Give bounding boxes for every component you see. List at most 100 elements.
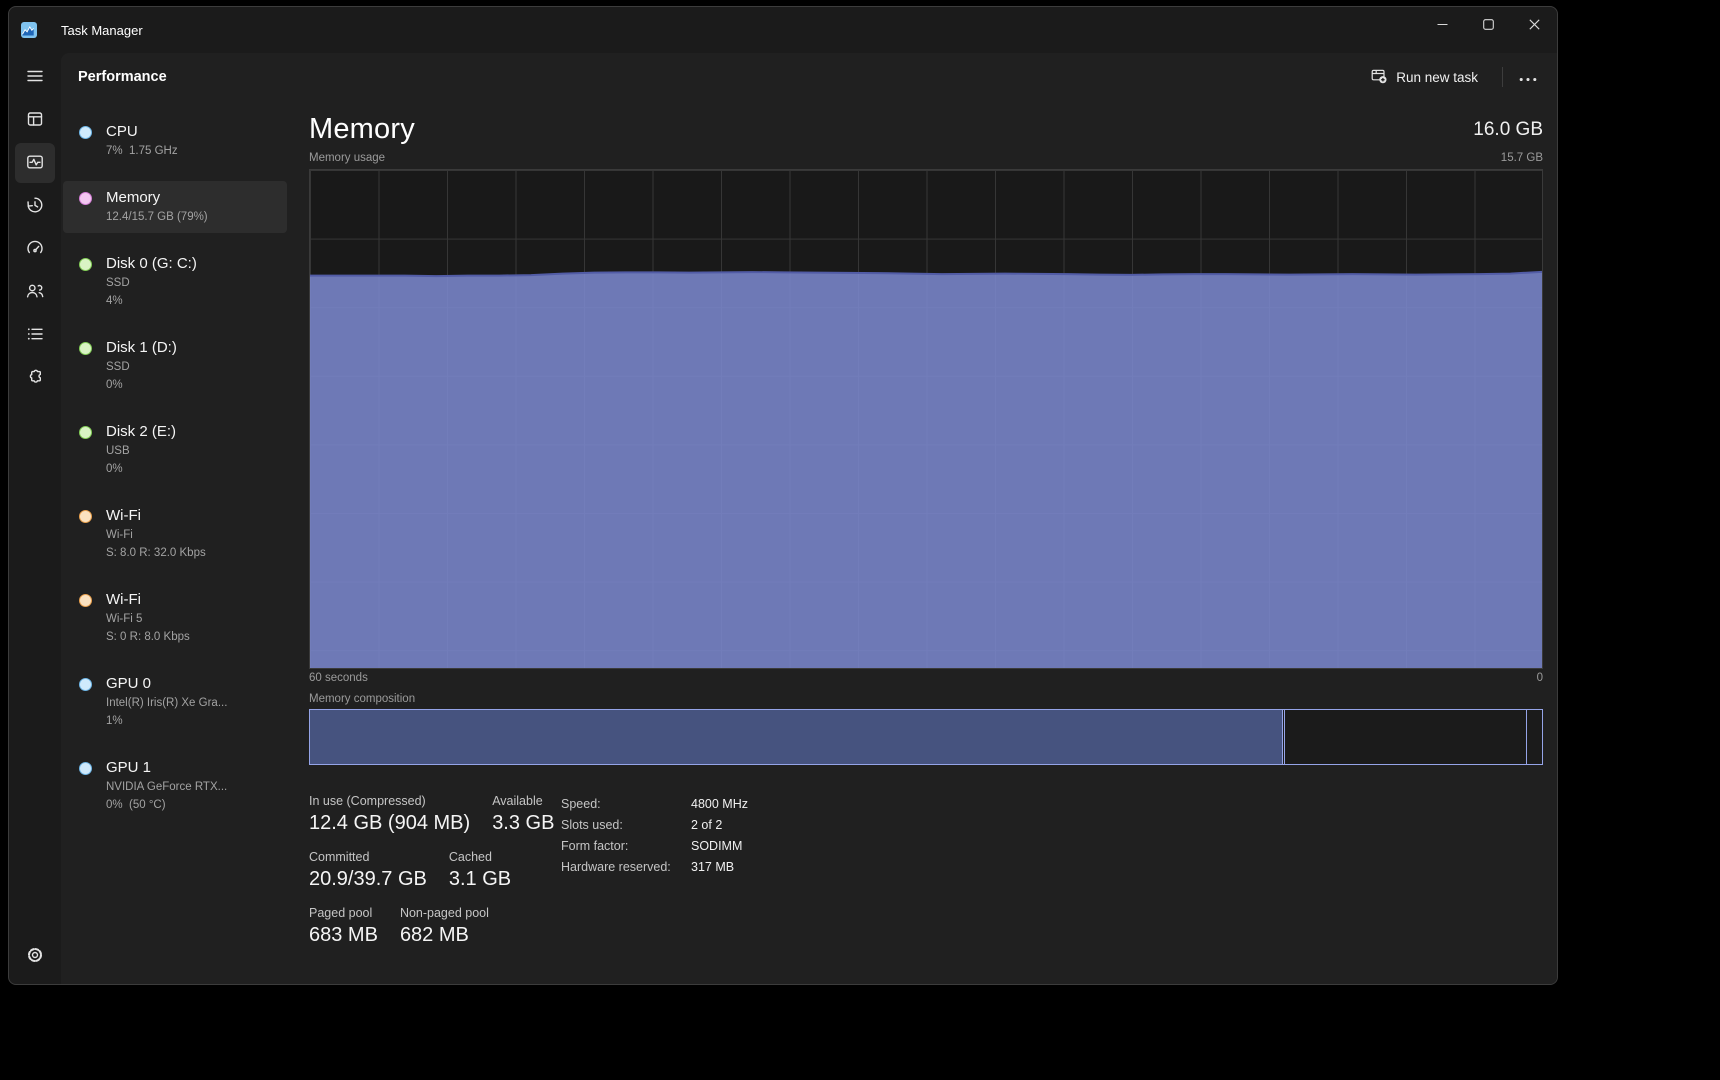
device-item-cpu[interactable]: CPU 7% 1.75 GHz: [63, 115, 287, 167]
run-new-task-icon: [1370, 67, 1387, 87]
memory-stats-left: In use (Compressed) 12.4 GB (904 MB) Ava…: [309, 793, 561, 961]
device-sub: NVIDIA GeForce RTX...: [106, 778, 227, 796]
users-icon: [25, 281, 45, 304]
status-dot: [79, 192, 92, 205]
device-item-disk0[interactable]: Disk 0 (G: C:) SSD 4%: [63, 247, 287, 317]
device-sub: 0% (50 °C): [106, 796, 227, 814]
services-icon: [25, 367, 45, 390]
status-dot: [79, 510, 92, 523]
device-sub: Wi-Fi 5: [106, 610, 190, 628]
nav-item-services[interactable]: [15, 358, 55, 398]
device-title: GPU 0: [106, 674, 227, 694]
status-dot: [79, 762, 92, 775]
settings-gear-icon: [25, 945, 45, 968]
device-sub: Intel(R) Iris(R) Xe Gra...: [106, 694, 227, 712]
status-dot: [79, 126, 92, 139]
comp-seg-standby: [1284, 710, 1527, 764]
startup-apps-icon: [25, 238, 45, 261]
device-sub: S: 8.0 R: 32.0 Kbps: [106, 544, 206, 562]
scale-max-label: 15.7 GB: [1501, 152, 1543, 164]
nav-item-app-history[interactable]: [15, 186, 55, 226]
usage-graph: [310, 170, 1542, 668]
device-sub: 0%: [106, 460, 176, 478]
titlebar: Task Manager: [9, 7, 1557, 53]
device-list: CPU 7% 1.75 GHz Memory 12.4/15.7 GB (79%…: [63, 115, 287, 835]
processes-icon: [25, 109, 45, 132]
selected-accent-bar: [8, 154, 9, 172]
page-header: Performance Run new task: [61, 53, 1557, 101]
device-item-gpu0[interactable]: GPU 0 Intel(R) Iris(R) Xe Gra... 1%: [63, 667, 287, 737]
in-use-label: In use (Compressed): [309, 793, 470, 809]
in-use-value: 12.4 GB (904 MB): [309, 809, 470, 837]
paged-pool-label: Paged pool: [309, 905, 378, 921]
close-button[interactable]: [1511, 7, 1557, 41]
minimize-button[interactable]: [1419, 7, 1465, 41]
device-item-wifi[interactable]: Wi-Fi Wi-Fi S: 8.0 R: 32.0 Kbps: [63, 499, 287, 569]
comp-seg-free: [1527, 710, 1542, 764]
available-label: Available: [492, 793, 554, 809]
task-manager-window: Task Manager: [8, 6, 1558, 985]
nonpaged-pool-value: 682 MB: [400, 921, 489, 949]
device-title: Disk 2 (E:): [106, 422, 176, 442]
maximize-button[interactable]: [1465, 7, 1511, 41]
comp-seg-inuse: [310, 710, 1283, 764]
memory-usage-chart: [309, 169, 1543, 669]
ellipsis-icon: [1519, 70, 1537, 85]
status-dot: [79, 426, 92, 439]
nav-item-performance[interactable]: [15, 143, 55, 183]
memory-total: 16.0 GB: [1473, 119, 1543, 141]
device-title: Disk 0 (G: C:): [106, 254, 197, 274]
nav-item-startup-apps[interactable]: [15, 229, 55, 269]
status-dot: [79, 258, 92, 271]
device-title: Wi-Fi: [106, 590, 190, 610]
composition-label: Memory composition: [309, 693, 1543, 705]
nav-item-users[interactable]: [15, 272, 55, 312]
page-title: Performance: [78, 69, 167, 85]
detail-row: Slots used: 2 of 2: [561, 815, 748, 836]
usage-chart-label: Memory usage: [309, 152, 385, 164]
device-sub: SSD: [106, 274, 197, 292]
nav-rail: [9, 53, 61, 984]
detail-value: 317 MB: [691, 857, 734, 878]
usage-area-fill: [310, 272, 1542, 668]
detail-label: Speed:: [561, 794, 691, 815]
device-title: Disk 1 (D:): [106, 338, 177, 358]
device-title: Wi-Fi: [106, 506, 206, 526]
device-item-wifi5[interactable]: Wi-Fi Wi-Fi 5 S: 0 R: 8.0 Kbps: [63, 583, 287, 653]
memory-title: Memory: [309, 113, 415, 146]
more-options-button[interactable]: [1513, 62, 1543, 93]
device-item-disk1[interactable]: Disk 1 (D:) SSD 0%: [63, 331, 287, 401]
app-history-icon: [25, 195, 45, 218]
nav-item-settings[interactable]: [15, 936, 55, 976]
memory-detail-panel: Memory 16.0 GB Memory usage 15.7 GB 60 s…: [309, 101, 1543, 961]
device-sub: 4%: [106, 292, 197, 310]
device-item-disk2[interactable]: Disk 2 (E:) USB 0%: [63, 415, 287, 485]
performance-icon: [25, 152, 45, 175]
nav-item-menu[interactable]: [15, 57, 55, 97]
window-title: Task Manager: [61, 23, 143, 38]
detail-value: 4800 MHz: [691, 794, 748, 815]
time-axis-left: 60 seconds: [309, 672, 368, 684]
details-icon: [25, 324, 45, 347]
header-actions: Run new task: [1360, 60, 1543, 94]
detail-row: Form factor: SODIMM: [561, 836, 748, 857]
device-sub: USB: [106, 442, 176, 460]
time-axis-right: 0: [1537, 672, 1543, 684]
device-sub: S: 0 R: 8.0 Kbps: [106, 628, 190, 646]
device-item-gpu1[interactable]: GPU 1 NVIDIA GeForce RTX... 0% (50 °C): [63, 751, 287, 821]
memory-composition-bar: [309, 709, 1543, 765]
cached-value: 3.1 GB: [449, 865, 511, 893]
detail-row: Hardware reserved: 317 MB: [561, 857, 748, 878]
device-title: CPU: [106, 122, 178, 142]
paged-pool-value: 683 MB: [309, 921, 378, 949]
committed-label: Committed: [309, 849, 427, 865]
nav-item-processes[interactable]: [15, 100, 55, 140]
device-item-memory[interactable]: Memory 12.4/15.7 GB (79%): [63, 181, 287, 233]
menu-icon: [25, 66, 45, 89]
run-new-task-button[interactable]: Run new task: [1360, 60, 1488, 94]
committed-value: 20.9/39.7 GB: [309, 865, 427, 893]
nav-item-details[interactable]: [15, 315, 55, 355]
window-controls: [1419, 7, 1557, 41]
memory-hardware-details: Speed: 4800 MHz Slots used: 2 of 2 Form …: [561, 793, 748, 961]
device-title: Memory: [106, 188, 208, 208]
